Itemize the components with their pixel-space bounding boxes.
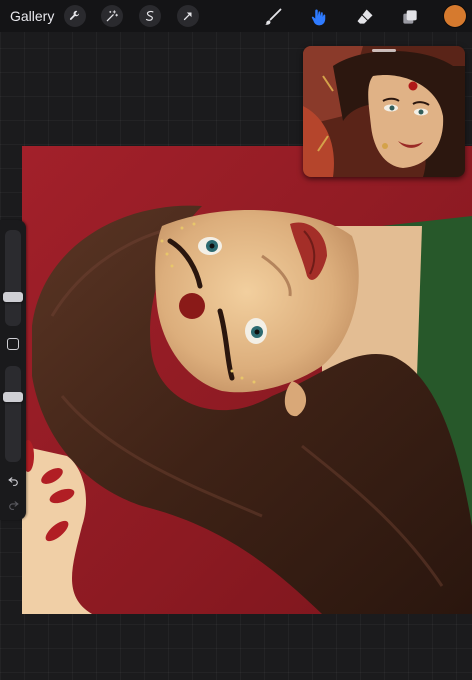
left-sidebar	[0, 220, 26, 520]
opacity-thumb[interactable]	[3, 392, 23, 402]
redo-icon[interactable]	[5, 496, 21, 512]
layers-icon[interactable]	[398, 5, 422, 29]
wrench-icon[interactable]	[64, 5, 86, 27]
brush-size-thumb[interactable]	[3, 292, 23, 302]
opacity-slider[interactable]	[3, 366, 23, 462]
color-picker-button[interactable]	[444, 5, 466, 27]
selection-icon[interactable]	[139, 5, 161, 27]
magic-wand-icon[interactable]	[101, 5, 123, 27]
top-toolbar: Gallery	[0, 0, 472, 32]
brush-size-slider[interactable]	[3, 230, 23, 326]
brush-icon[interactable]	[261, 5, 285, 29]
transform-arrow-icon[interactable]	[177, 5, 199, 27]
drawing-canvas[interactable]	[22, 146, 472, 614]
gallery-button[interactable]: Gallery	[10, 8, 54, 24]
smudge-icon[interactable]	[307, 5, 331, 29]
canvas-artwork	[22, 146, 472, 614]
reference-image	[303, 46, 465, 177]
modify-button[interactable]	[7, 338, 19, 350]
reference-window[interactable]	[303, 46, 465, 177]
eraser-icon[interactable]	[353, 5, 377, 29]
reference-drag-handle[interactable]	[372, 49, 396, 52]
undo-icon[interactable]	[5, 472, 21, 488]
